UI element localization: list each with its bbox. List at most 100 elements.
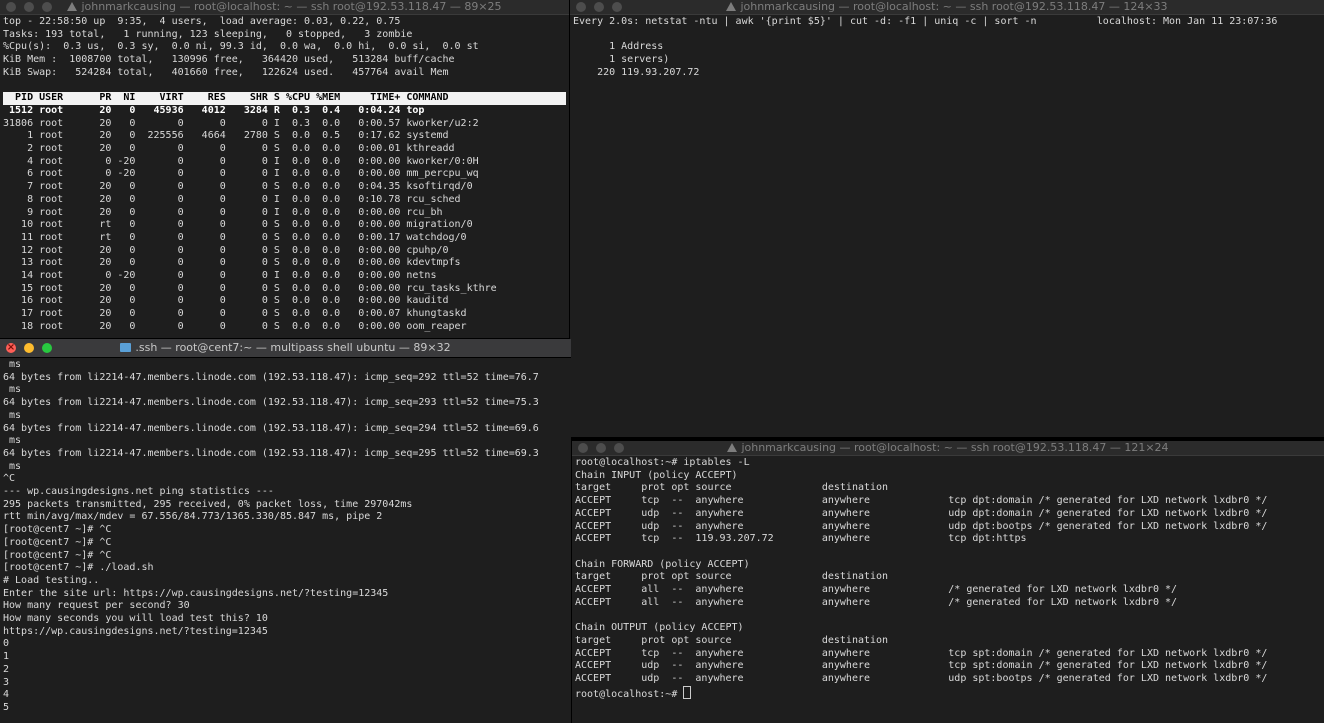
summary-line: KiB Mem : 1008700 total, 130996 free, 36… bbox=[3, 54, 455, 66]
output-line: [root@cent7 ~]# ^C bbox=[3, 549, 112, 561]
process-row: 8 root 20 0 0 0 0 I 0.0 0.0 0:10.78 rcu_… bbox=[3, 193, 461, 205]
shell-output: ms 64 bytes from li2214-47.members.linode… bbox=[3, 359, 568, 715]
output-line: 4 bbox=[3, 689, 10, 701]
process-list: 1512 root 20 0 45936 4012 3284 R 0.3 0.4… bbox=[3, 105, 566, 334]
minimize-button[interactable] bbox=[594, 2, 604, 12]
output-line: 64 bytes from li2214-47.members.linode.c… bbox=[3, 371, 539, 383]
process-row: 16 root 20 0 0 0 0 S 0.0 0.0 0:00.00 kau… bbox=[3, 295, 449, 307]
output-line: https://wp.causingdesigns.net/?testing=1… bbox=[3, 625, 268, 637]
output-line: ms bbox=[3, 460, 22, 472]
process-row: 9 root 20 0 0 0 0 I 0.0 0.0 0:00.00 rcu_… bbox=[3, 206, 443, 218]
terminal-window-netstat[interactable]: johnmarkcausing — root@localhost: ~ — ss… bbox=[570, 0, 1324, 437]
process-row: 1 root 20 0 225556 4664 2780 S 0.0 0.5 0… bbox=[3, 130, 449, 142]
output-line: Enter the site url: https://wp.causingde… bbox=[3, 587, 389, 599]
output-line: ACCEPT tcp -- 119.93.207.72 anywhere tcp… bbox=[575, 533, 1027, 545]
close-button[interactable] bbox=[6, 2, 16, 12]
output-line: [root@cent7 ~]# ./load.sh bbox=[3, 562, 154, 574]
text-cursor bbox=[683, 685, 692, 699]
process-row: 12 root 20 0 0 0 0 S 0.0 0.0 0:00.00 cpu… bbox=[3, 244, 449, 256]
process-row: 14 root 0 -20 0 0 0 I 0.0 0.0 0:00.00 ne… bbox=[3, 270, 437, 282]
output-line: How many seconds you will load test this… bbox=[3, 613, 268, 625]
output-line: 64 bytes from li2214-47.members.linode.c… bbox=[3, 447, 539, 459]
output-line: 295 packets transmitted, 295 received, 0… bbox=[3, 498, 413, 510]
process-row: 10 root rt 0 0 0 0 S 0.0 0.0 0:00.00 mig… bbox=[3, 219, 473, 231]
close-button[interactable] bbox=[6, 343, 16, 353]
terminal-content[interactable]: top - 22:58:50 up 9:35, 4 users, load av… bbox=[0, 15, 569, 335]
output-line: ^C bbox=[3, 473, 16, 485]
home-icon bbox=[727, 443, 738, 452]
titlebar[interactable]: johnmarkcausing — root@localhost: ~ — ss… bbox=[0, 0, 569, 15]
blank-line bbox=[3, 80, 566, 93]
output-line: 64 bytes from li2214-47.members.linode.c… bbox=[3, 422, 539, 434]
shell-prompt: root@localhost:~# bbox=[575, 688, 684, 700]
output-line: 1 Address bbox=[573, 41, 664, 53]
output-line: 64 bytes from li2214-47.members.linode.c… bbox=[3, 397, 539, 409]
process-row: 7 root 20 0 0 0 0 S 0.0 0.0 0:04.35 ksof… bbox=[3, 181, 473, 193]
minimize-button[interactable] bbox=[24, 2, 34, 12]
process-row: 15 root 20 0 0 0 0 S 0.0 0.0 0:00.00 rcu… bbox=[3, 282, 497, 294]
output-line: --- wp.causingdesigns.net ping statistic… bbox=[3, 486, 274, 498]
output-line: # Load testing.. bbox=[3, 574, 100, 586]
terminal-content[interactable]: root@localhost:~# iptables -L Chain INPUT… bbox=[572, 456, 1324, 702]
netstat-output: Every 2.0s: netstat -ntu | awk '{print $… bbox=[573, 16, 1321, 80]
output-line: ACCEPT tcp -- anywhere anywhere tcp dpt:… bbox=[575, 495, 1268, 507]
window-title: johnmarkcausing — root@localhost: ~ — ss… bbox=[741, 441, 1169, 454]
titlebar[interactable]: johnmarkcausing — root@localhost: ~ — ss… bbox=[572, 441, 1324, 456]
titlebar[interactable]: johnmarkcausing — root@localhost: ~ — ss… bbox=[570, 0, 1324, 15]
home-icon bbox=[67, 2, 78, 11]
zoom-button[interactable] bbox=[42, 343, 52, 353]
terminal-content[interactable]: ms 64 bytes from li2214-47.members.linode… bbox=[0, 358, 571, 716]
zoom-button[interactable] bbox=[612, 2, 622, 12]
minimize-button[interactable] bbox=[24, 343, 34, 353]
output-line: ACCEPT udp -- anywhere anywhere tcp spt:… bbox=[575, 660, 1268, 672]
terminal-window-top[interactable]: johnmarkcausing — root@localhost: ~ — ss… bbox=[0, 0, 569, 338]
zoom-button[interactable] bbox=[42, 2, 52, 12]
window-controls bbox=[6, 2, 52, 12]
output-line: target prot opt source destination bbox=[575, 482, 889, 494]
output-line: 3 bbox=[3, 676, 10, 688]
iptables-output: root@localhost:~# iptables -L Chain INPUT… bbox=[575, 457, 1321, 686]
window-title: johnmarkcausing — root@localhost: ~ — ss… bbox=[81, 0, 502, 13]
process-row: 13 root 20 0 0 0 0 S 0.0 0.0 0:00.00 kde… bbox=[3, 257, 461, 269]
output-line: 1 servers) bbox=[573, 54, 670, 66]
output-line: 0 bbox=[3, 638, 10, 650]
output-line: ACCEPT all -- anywhere anywhere /* gener… bbox=[575, 584, 1178, 596]
output-line: Chain FORWARD (policy ACCEPT) bbox=[575, 558, 750, 570]
output-line: ms bbox=[3, 384, 22, 396]
titlebar[interactable]: .ssh — root@cent7:~ — multipass shell ub… bbox=[0, 339, 571, 358]
window-controls bbox=[6, 343, 52, 353]
output-line: ACCEPT udp -- anywhere anywhere udp dpt:… bbox=[575, 507, 1268, 519]
close-button[interactable] bbox=[578, 443, 588, 453]
output-line: [root@cent7 ~]# ^C bbox=[3, 536, 112, 548]
window-title: johnmarkcausing — root@localhost: ~ — ss… bbox=[740, 0, 1168, 13]
summary-line: KiB Swap: 524284 total, 401660 free, 122… bbox=[3, 66, 449, 78]
terminal-content[interactable]: Every 2.0s: netstat -ntu | awk '{print $… bbox=[570, 15, 1324, 81]
output-line: ACCEPT all -- anywhere anywhere /* gener… bbox=[575, 596, 1178, 608]
process-row: 4 root 0 -20 0 0 0 I 0.0 0.0 0:00.00 kwo… bbox=[3, 155, 479, 167]
summary-line: Tasks: 193 total, 1 running, 123 sleepin… bbox=[3, 28, 413, 40]
output-line: root@localhost:~# iptables -L bbox=[575, 457, 750, 468]
close-button[interactable] bbox=[576, 2, 586, 12]
terminal-window-iptables[interactable]: johnmarkcausing — root@localhost: ~ — ss… bbox=[572, 441, 1324, 723]
top-summary: top - 22:58:50 up 9:35, 4 users, load av… bbox=[3, 16, 566, 80]
terminal-window-multipass[interactable]: .ssh — root@cent7:~ — multipass shell ub… bbox=[0, 339, 571, 723]
window-controls bbox=[578, 443, 624, 453]
zoom-button[interactable] bbox=[614, 443, 624, 453]
summary-line: %Cpu(s): 0.3 us, 0.3 sy, 0.0 ni, 99.3 id… bbox=[3, 41, 479, 53]
output-line: ACCEPT udp -- anywhere anywhere udp spt:… bbox=[575, 672, 1268, 684]
prompt-line[interactable]: root@localhost:~# bbox=[575, 685, 1321, 702]
output-line: rtt min/avg/max/mdev = 67.556/84.773/136… bbox=[3, 511, 383, 523]
output-line: ACCEPT tcp -- anywhere anywhere tcp spt:… bbox=[575, 647, 1268, 659]
output-line: 220 119.93.207.72 bbox=[573, 66, 700, 78]
output-line: [root@cent7 ~]# ^C bbox=[3, 524, 112, 536]
output-line: Chain INPUT (policy ACCEPT) bbox=[575, 469, 738, 481]
process-row: 31806 root 20 0 0 0 0 I 0.3 0.0 0:00.57 … bbox=[3, 117, 479, 129]
process-row: 2 root 20 0 0 0 0 S 0.0 0.0 0:00.01 kthr… bbox=[3, 143, 455, 155]
minimize-button[interactable] bbox=[596, 443, 606, 453]
summary-line: top - 22:58:50 up 9:35, 4 users, load av… bbox=[3, 16, 401, 27]
process-row: 11 root rt 0 0 0 0 S 0.0 0.0 0:00.17 wat… bbox=[3, 231, 467, 243]
process-row: 6 root 0 -20 0 0 0 I 0.0 0.0 0:00.00 mm_… bbox=[3, 168, 479, 180]
